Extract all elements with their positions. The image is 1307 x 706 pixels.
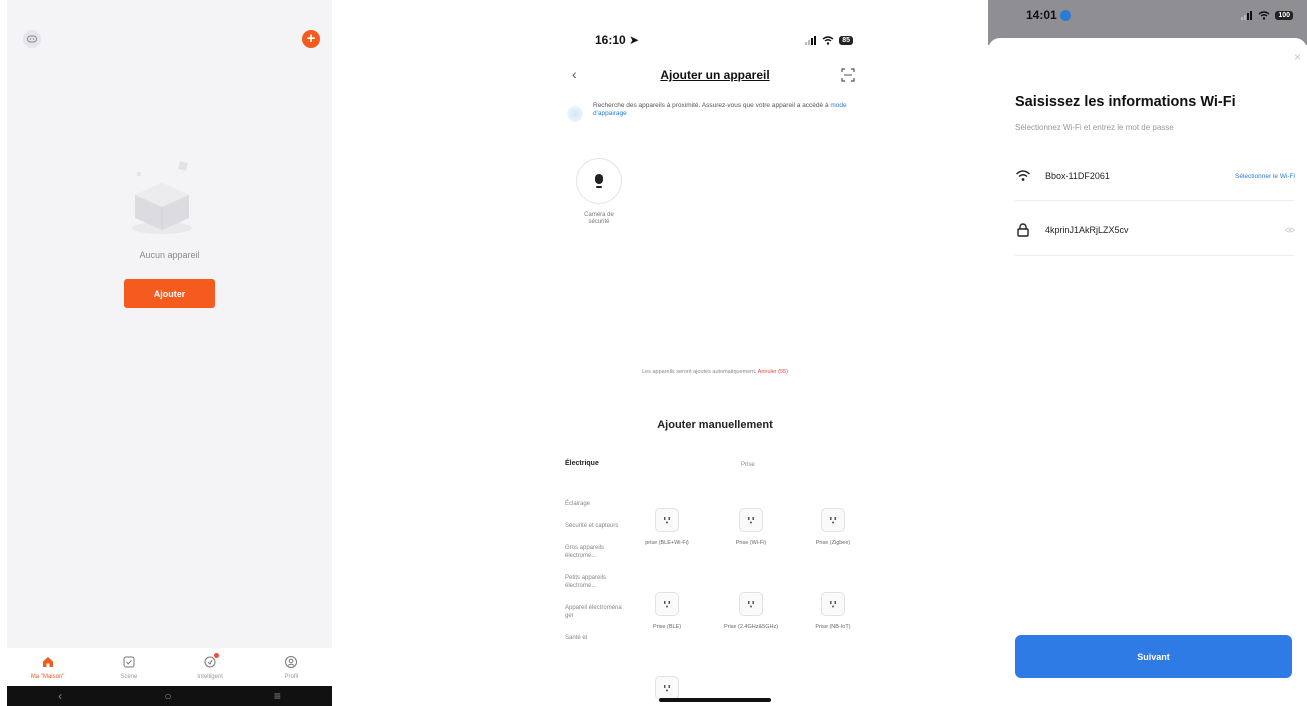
plug-icon xyxy=(821,508,845,532)
plug-icon xyxy=(821,592,845,616)
location-icon xyxy=(1059,9,1071,21)
search-text: Recherche des appareils à proximité. Ass… xyxy=(593,102,847,117)
category-active[interactable]: Électrique xyxy=(565,460,599,467)
category-item[interactable]: Sécurité et capteurs xyxy=(565,522,625,530)
smart-icon xyxy=(203,653,220,669)
system-icons: 100 xyxy=(1241,10,1293,20)
tab-smart[interactable]: Intelligent xyxy=(170,648,251,686)
plug-icon xyxy=(739,592,763,616)
system-icons: 85 xyxy=(805,35,853,45)
wifi-icon xyxy=(1258,10,1270,20)
battery-icon: 100 xyxy=(1275,10,1293,20)
category-list: Éclairage Sécurité et capteurs Gros appa… xyxy=(565,500,625,656)
auto-add-notice: Les appareils seront ajoutés automatique… xyxy=(642,369,788,375)
plug-icon xyxy=(655,676,679,700)
divider xyxy=(1015,200,1295,201)
ssid-value: Bbox-11DF2061 xyxy=(1045,171,1110,181)
plug-icon xyxy=(739,508,763,532)
status-time: 16:10 ➤ xyxy=(595,33,640,47)
device-type-item[interactable]: Prise (BLE) xyxy=(637,592,697,631)
device-type-label: Prise (Wi-Fi) xyxy=(735,540,767,546)
sheet-title: Saisissez les informations Wi-Fi xyxy=(1015,94,1236,110)
radar-icon xyxy=(567,106,583,122)
android-nav-bar: ‹ ○ ≡ xyxy=(7,686,332,706)
bottom-tab-bar: Ma "Maison" Scène Intelligent Profil xyxy=(7,648,332,686)
wifi-info-screen: 14:01 100 × Saisissez les informations W… xyxy=(988,0,1307,706)
divider xyxy=(1015,255,1295,256)
sheet-subtitle: Sélectionnez Wi-Fi et entrez le mot de p… xyxy=(1015,123,1174,132)
device-type-label: Prise (2.4GHz&5GHz) xyxy=(723,624,779,630)
plus-icon[interactable]: + xyxy=(302,30,320,48)
device-type-label: Prise (Zigbee) xyxy=(815,540,851,546)
scan-icon[interactable] xyxy=(841,68,855,82)
device-type-label: Prise (BLE) xyxy=(652,624,682,630)
wifi-icon xyxy=(1016,170,1030,181)
status-time: 14:01 xyxy=(1026,8,1071,22)
screenshot-collage: + Aucun appareil Ajouter Ma "Maison" Scè… xyxy=(0,0,1307,706)
device-type-item[interactable]: Prise (Wi-Fi) xyxy=(721,508,781,547)
password-field[interactable]: 4kprinJ1AkRjLZX5cv xyxy=(1015,220,1295,240)
device-type-label: Prise (NB-IoT) xyxy=(815,624,851,630)
device-type-item[interactable]: prise (BLE+Wi-Fi) xyxy=(637,508,697,547)
category-item[interactable]: Petits appareils électromé... xyxy=(565,574,625,590)
password-value[interactable]: 4kprinJ1AkRjLZX5cv xyxy=(1045,225,1285,235)
battery-icon: 85 xyxy=(839,35,853,45)
nav-menu-icon[interactable]: ≡ xyxy=(274,689,281,703)
signal-icon xyxy=(1241,10,1253,20)
status-bar: 14:01 100 xyxy=(1026,8,1293,22)
profile-icon xyxy=(285,656,298,668)
tab-profile[interactable]: Profil xyxy=(251,648,332,686)
select-wifi-link[interactable]: Sélectionner le Wi-Fi xyxy=(1235,173,1295,180)
device-type-label: prise (BLE+Wi-Fi) xyxy=(645,540,689,546)
tab-label: Intelligent xyxy=(197,674,223,680)
tab-label: Scène xyxy=(120,674,138,680)
section-title: Ajouter manuellement xyxy=(657,419,773,431)
cancel-link[interactable]: Annuler (55) xyxy=(758,369,788,375)
bottom-sheet: × Saisissez les informations Wi-Fi Sélec… xyxy=(988,38,1307,706)
add-device-screen: 16:10 ➤ 85 ‹ Ajouter un appareil Recherc… xyxy=(555,0,875,706)
home-indicator xyxy=(659,698,771,702)
lock-icon xyxy=(1017,223,1029,237)
tab-label: Ma "Maison" xyxy=(30,674,65,680)
category-item[interactable]: Santé et xyxy=(565,634,625,642)
found-device-item[interactable]: Caméra de sécurité xyxy=(575,158,623,226)
wifi-network-row[interactable]: Bbox-11DF2061 Sélectionner le Wi-Fi xyxy=(1015,166,1295,186)
home-empty-screen: + Aucun appareil Ajouter Ma "Maison" Scè… xyxy=(7,0,332,706)
status-bar: 16:10 ➤ 85 xyxy=(595,32,853,48)
wifi-icon xyxy=(822,35,834,45)
device-type-item[interactable]: Prise (NB-IoT) xyxy=(803,592,863,631)
empty-state-text: Aucun appareil xyxy=(139,250,200,260)
device-type-item[interactable]: Prise (Zigbee) xyxy=(803,508,863,547)
message-icon[interactable] xyxy=(23,30,41,48)
nearby-search-notice: Recherche des appareils à proximité. Ass… xyxy=(567,102,857,122)
notification-dot xyxy=(214,653,220,658)
tab-home[interactable]: Ma "Maison" xyxy=(7,648,88,686)
home-icon xyxy=(42,657,53,667)
page-title: Ajouter un appareil xyxy=(660,68,770,82)
subcategory-title: Prise xyxy=(741,462,755,468)
device-name: Caméra de sécurité xyxy=(584,212,614,225)
device-type-item[interactable] xyxy=(637,676,697,700)
next-button[interactable]: Suivant xyxy=(1015,635,1292,678)
nav-header: ‹ Ajouter un appareil xyxy=(555,66,875,86)
nav-back-icon[interactable]: ‹ xyxy=(58,689,62,703)
category-item[interactable]: Appareil électroména ger xyxy=(565,604,625,620)
eye-icon[interactable] xyxy=(1285,227,1295,233)
nav-home-icon[interactable]: ○ xyxy=(164,689,171,703)
tab-scene[interactable]: Scène xyxy=(88,648,169,686)
camera-icon xyxy=(595,174,603,188)
signal-icon xyxy=(805,35,817,45)
category-item[interactable]: Éclairage xyxy=(565,500,625,508)
close-icon[interactable]: × xyxy=(1294,50,1301,64)
device-type-item[interactable]: Prise (2.4GHz&5GHz) xyxy=(721,592,781,631)
empty-box-illustration xyxy=(132,161,192,234)
category-item[interactable]: Gros appareils électromé... xyxy=(565,544,625,560)
device-avatar xyxy=(576,158,622,204)
plug-icon xyxy=(655,592,679,616)
plug-icon xyxy=(655,508,679,532)
tab-label: Profil xyxy=(284,674,299,680)
scene-icon xyxy=(123,656,135,668)
add-device-button[interactable]: Ajouter xyxy=(124,279,215,308)
